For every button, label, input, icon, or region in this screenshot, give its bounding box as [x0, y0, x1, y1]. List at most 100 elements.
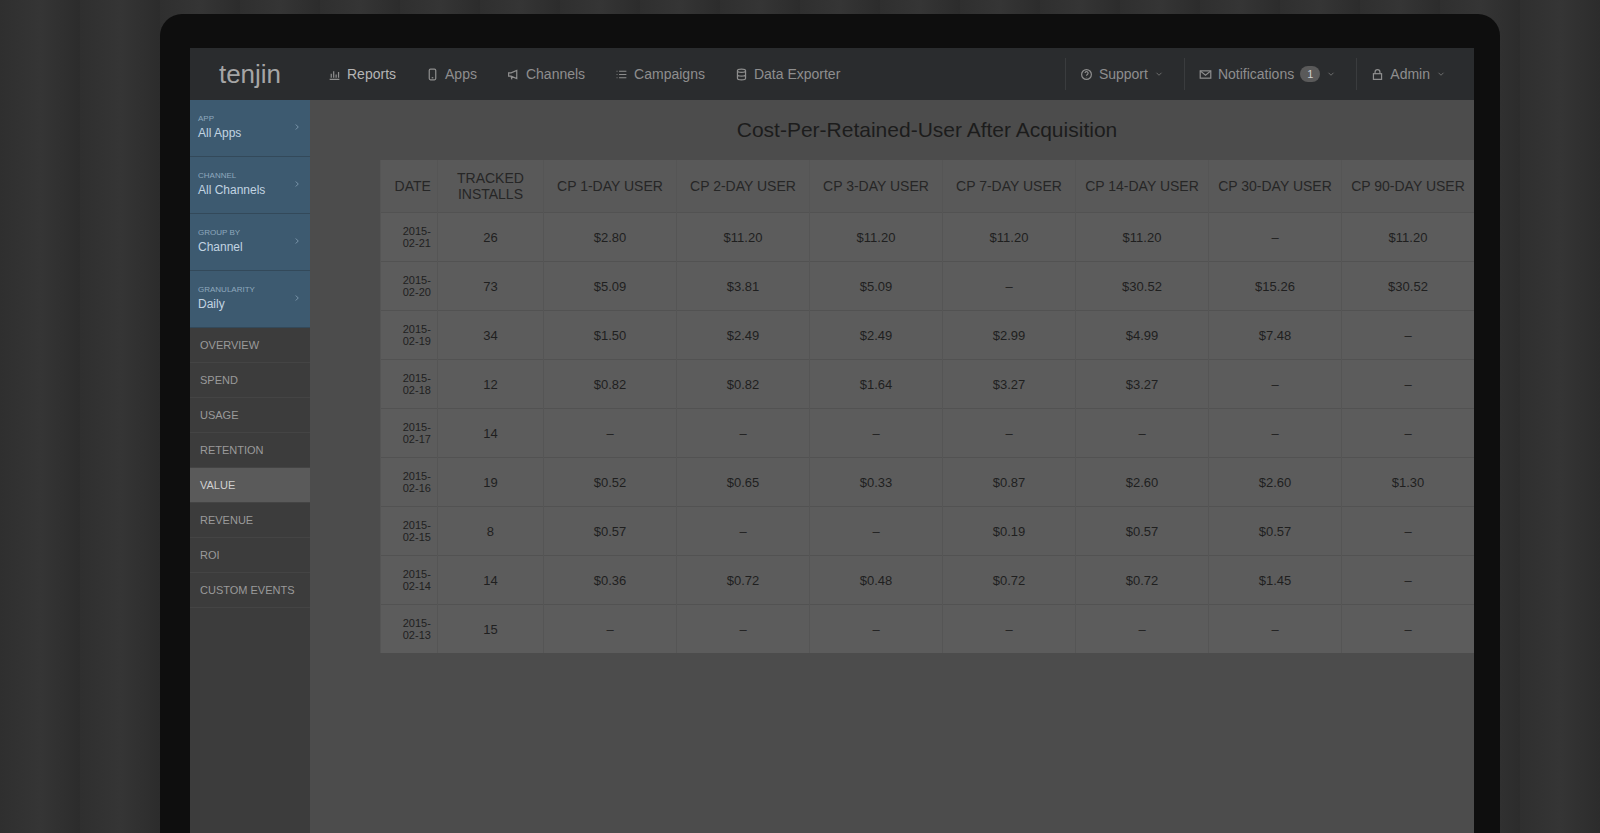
sidebar-item[interactable]: REVENUE: [190, 503, 310, 538]
column-header[interactable]: CP 2-DAY USER: [677, 160, 810, 213]
table-cell: $1.64: [810, 360, 943, 409]
column-header[interactable]: CP 3-DAY USER: [810, 160, 943, 213]
lock-icon: [1371, 68, 1384, 81]
sidebar-item[interactable]: VALUE: [190, 468, 310, 503]
table-cell: $2.49: [677, 311, 810, 360]
table-cell: 26: [437, 213, 543, 262]
nav-label: Reports: [347, 66, 396, 82]
table-row: 2015-02-2073$5.09$3.81$5.09–$30.52$15.26…: [381, 262, 1475, 311]
sidebar-item[interactable]: CUSTOM EVENTS: [190, 573, 310, 608]
support-menu[interactable]: Support: [1065, 58, 1178, 90]
nav-item[interactable]: Reports: [316, 58, 408, 90]
filter-label: GRANULARITY: [198, 285, 292, 294]
table-cell: $0.57: [1076, 507, 1209, 556]
table-cell: $11.20: [1342, 213, 1475, 262]
table-cell: 8: [437, 507, 543, 556]
column-header[interactable]: CP 30-DAY USER: [1209, 160, 1342, 213]
notifications-menu[interactable]: Notifications1: [1184, 58, 1350, 90]
sidebar-item[interactable]: USAGE: [190, 398, 310, 433]
column-header[interactable]: CP 14-DAY USER: [1076, 160, 1209, 213]
table-cell: 14: [437, 556, 543, 605]
table-cell: $2.49: [810, 311, 943, 360]
support-label: Support: [1099, 66, 1148, 82]
sidebar-item[interactable]: SPEND: [190, 363, 310, 398]
table-cell: –: [544, 409, 677, 458]
table-cell: –: [1342, 311, 1475, 360]
table-cell: $15.26: [1209, 262, 1342, 311]
table-cell: $0.19: [943, 507, 1076, 556]
column-header[interactable]: DATE: [381, 160, 438, 213]
sidebar-item[interactable]: OVERVIEW: [190, 328, 310, 363]
chevron-right-icon: [292, 293, 302, 303]
table-cell: $11.20: [943, 213, 1076, 262]
table-cell: –: [943, 409, 1076, 458]
table-cell: $3.27: [943, 360, 1076, 409]
column-header[interactable]: CP 7-DAY USER: [943, 160, 1076, 213]
table-cell: 15: [437, 605, 543, 654]
table-cell: 2015-02-15: [381, 507, 438, 556]
table-cell: 73: [437, 262, 543, 311]
table-cell: $30.52: [1076, 262, 1209, 311]
column-header[interactable]: CP 1-DAY USER: [544, 160, 677, 213]
table-cell: $5.09: [544, 262, 677, 311]
caret-down-icon: [1326, 69, 1336, 79]
table-cell: –: [1209, 360, 1342, 409]
filter-label: GROUP BY: [198, 228, 292, 237]
table-cell: $0.36: [544, 556, 677, 605]
table-cell: 19: [437, 458, 543, 507]
chevron-right-icon: [292, 236, 302, 246]
sidebar-item[interactable]: RETENTION: [190, 433, 310, 468]
table-cell: –: [1342, 360, 1475, 409]
table-row: 2015-02-1934$1.50$2.49$2.49$2.99$4.99$7.…: [381, 311, 1475, 360]
nav-label: Data Exporter: [754, 66, 840, 82]
logo[interactable]: tenjin: [190, 53, 310, 96]
table-cell: –: [1209, 409, 1342, 458]
sidebar-item[interactable]: ROI: [190, 538, 310, 573]
table-cell: $5.09: [810, 262, 943, 311]
table-cell: $30.52: [1342, 262, 1475, 311]
table-cell: $1.45: [1209, 556, 1342, 605]
table-cell: –: [1342, 507, 1475, 556]
filter-selector[interactable]: GROUP BY Channel: [190, 214, 310, 271]
nav-item[interactable]: Data Exporter: [723, 58, 852, 90]
table-cell: $0.65: [677, 458, 810, 507]
table-cell: –: [1342, 605, 1475, 654]
table-cell: –: [810, 507, 943, 556]
table-cell: 2015-02-16: [381, 458, 438, 507]
table-cell: –: [810, 409, 943, 458]
table-cell: $1.30: [1342, 458, 1475, 507]
monitor: tenjin Reports Apps Channels Campaigns Data E…: [160, 14, 1500, 833]
filter-selector[interactable]: CHANNELAll Channels: [190, 157, 310, 214]
filter-value: Channel: [198, 240, 292, 254]
nav-item[interactable]: Channels: [495, 58, 597, 90]
table-cell: $2.60: [1209, 458, 1342, 507]
table-cell: 34: [437, 311, 543, 360]
sidebar: APPAll AppsCHANNELAll Channels GROUP BY Ch…: [190, 100, 310, 833]
table-cell: $3.27: [1076, 360, 1209, 409]
chevron-right-icon: [292, 179, 302, 189]
database-icon: [735, 68, 748, 81]
content: APPAll AppsCHANNELAll Channels GROUP BY Ch…: [190, 100, 1474, 833]
nav-label: Channels: [526, 66, 585, 82]
table-cell: $0.72: [677, 556, 810, 605]
question-icon: [1080, 68, 1093, 81]
table-row: 2015-02-1414$0.36$0.72$0.48$0.72$0.72$1.…: [381, 556, 1475, 605]
nav-item[interactable]: Apps: [414, 58, 489, 90]
table-cell: $11.20: [810, 213, 943, 262]
table-cell: $0.72: [943, 556, 1076, 605]
column-header[interactable]: TRACKED INSTALLS: [437, 160, 543, 213]
filter-label: CHANNEL: [198, 171, 292, 180]
filter-selector[interactable]: APPAll Apps: [190, 100, 310, 157]
filter-selector[interactable]: GRANULARITYDaily: [190, 271, 310, 328]
nav-item[interactable]: Campaigns: [603, 58, 717, 90]
table-cell: –: [1076, 409, 1209, 458]
column-header[interactable]: CP 90-DAY USER: [1342, 160, 1475, 213]
navbar: tenjin Reports Apps Channels Campaigns Data E…: [190, 48, 1474, 100]
table-cell: –: [1209, 605, 1342, 654]
table-row: 2015-02-1315–––––––: [381, 605, 1475, 654]
table-cell: $0.87: [943, 458, 1076, 507]
user-menu[interactable]: Admin: [1356, 58, 1460, 90]
table-cell: –: [677, 409, 810, 458]
table-cell: 2015-02-17: [381, 409, 438, 458]
table-cell: $0.57: [1209, 507, 1342, 556]
